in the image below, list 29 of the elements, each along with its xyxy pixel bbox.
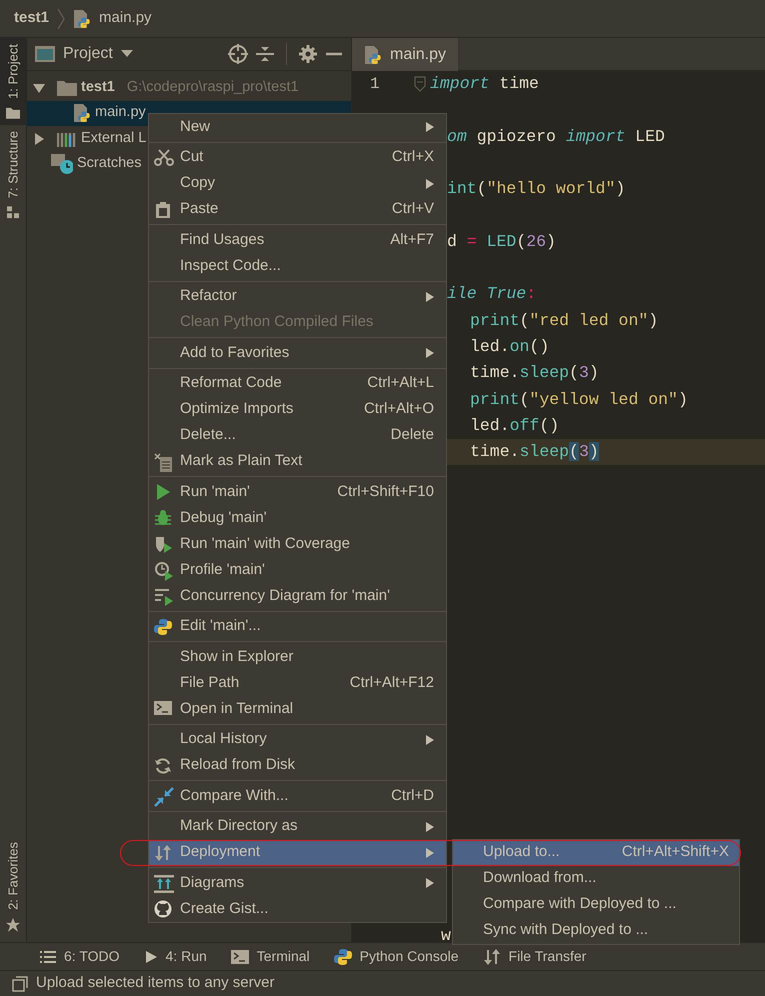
code-line: w <box>441 924 451 946</box>
code-line: led.on() <box>470 336 550 358</box>
code-line: time.sleep(3) <box>470 362 599 384</box>
tree-label: main.py <box>95 103 146 122</box>
line-number: 1 <box>370 74 380 95</box>
tree-label: test1 <box>81 78 115 97</box>
shortcut-text: Delete <box>390 425 434 446</box>
shortcut-text: Ctrl+Alt+F12 <box>348 672 434 693</box>
code-line: ile True: <box>447 283 536 306</box>
shortcut-text: Ctrl+Alt+L <box>366 373 434 394</box>
code-line: import time <box>430 73 539 95</box>
code-line: print("red led on") <box>470 310 658 332</box>
shortcut-text: Ctrl+D <box>390 786 434 806</box>
shortcut-text: Ctrl+Shift+F10 <box>336 482 434 502</box>
shortcut-text: Ctrl+X <box>390 147 434 168</box>
code-line: int("hello world") <box>447 178 626 200</box>
path-text: G:\codepro\raspi_pro\test1 <box>126 78 299 97</box>
code-line: print("yellow led on") <box>470 388 688 411</box>
tree-label: External L <box>81 128 146 148</box>
code-line: led.off() <box>470 414 560 437</box>
shortcut-text: Ctrl+Alt+O <box>362 399 434 420</box>
shortcut-text: Ctrl+V <box>390 199 434 220</box>
shortcut-text: Ctrl+Alt+Shift+X <box>620 842 729 862</box>
code-line: time.sleep(3) <box>470 441 599 464</box>
shortcut-text: Alt+F7 <box>389 230 434 250</box>
status-message: Upload selected items to any server <box>36 973 274 994</box>
code-line: d = LED(26) <box>447 230 556 253</box>
tree-label: Scratches <box>77 154 142 174</box>
code-line: om gpiozero import LED <box>447 126 665 148</box>
